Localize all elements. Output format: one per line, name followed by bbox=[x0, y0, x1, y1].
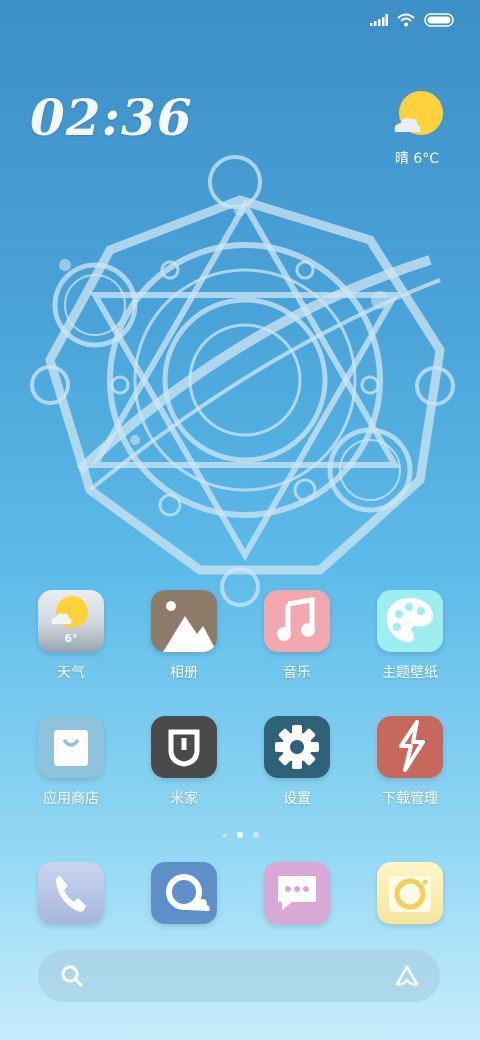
weather-app-temp: 6° bbox=[64, 632, 78, 645]
camera-icon bbox=[377, 862, 443, 924]
clock-widget[interactable]: 02:36 bbox=[30, 88, 193, 147]
wallpaper-magic-circle bbox=[30, 155, 455, 607]
mijia-icon bbox=[151, 716, 217, 778]
app-music[interactable]: 音乐 bbox=[247, 590, 347, 682]
weather-icon: 6° bbox=[38, 590, 104, 652]
battery-icon bbox=[424, 13, 454, 27]
page-dot-active[interactable] bbox=[236, 832, 243, 838]
dock-phone[interactable] bbox=[21, 862, 121, 924]
app-label: 音乐 bbox=[283, 665, 311, 681]
gear-icon bbox=[264, 716, 330, 778]
app-label: 天气 bbox=[57, 665, 85, 681]
wifi-icon bbox=[397, 13, 415, 27]
page-dot[interactable] bbox=[221, 833, 227, 837]
dock-camera[interactable] bbox=[360, 862, 460, 924]
app-label: 下载管理 bbox=[382, 791, 438, 807]
app-weather[interactable]: 6° 天气 bbox=[21, 590, 121, 682]
app-themes[interactable]: 主题壁纸 bbox=[360, 590, 460, 682]
sun-cloud-icon bbox=[394, 91, 443, 135]
palette-icon bbox=[377, 590, 443, 652]
app-store[interactable]: 应用商店 bbox=[21, 716, 121, 808]
search-icon[interactable] bbox=[60, 964, 84, 992]
status-bar bbox=[0, 0, 480, 40]
app-label: 主题壁纸 bbox=[382, 665, 438, 681]
app-mijia[interactable]: 米家 bbox=[134, 716, 234, 808]
page-dot[interactable] bbox=[252, 832, 259, 838]
store-bag-icon bbox=[38, 716, 104, 778]
assistant-icon[interactable] bbox=[394, 964, 420, 992]
page-indicator[interactable] bbox=[0, 832, 480, 838]
app-gallery[interactable]: 相册 bbox=[134, 590, 234, 682]
signal-icon bbox=[370, 14, 388, 26]
search-bar[interactable] bbox=[38, 950, 440, 1002]
download-bolt-icon bbox=[377, 716, 443, 778]
app-label: 相册 bbox=[170, 665, 198, 681]
app-label: 米家 bbox=[170, 791, 198, 807]
app-downloads[interactable]: 下载管理 bbox=[360, 716, 460, 808]
browser-icon bbox=[151, 862, 217, 924]
phone-icon bbox=[38, 862, 104, 924]
messages-icon bbox=[264, 862, 330, 924]
app-settings[interactable]: 设置 bbox=[247, 716, 347, 808]
app-label: 应用商店 bbox=[43, 791, 99, 807]
app-label: 设置 bbox=[283, 791, 311, 807]
dock-browser[interactable] bbox=[134, 862, 234, 924]
dock-messages[interactable] bbox=[247, 862, 347, 924]
music-icon bbox=[264, 590, 330, 652]
gallery-icon bbox=[151, 590, 217, 652]
